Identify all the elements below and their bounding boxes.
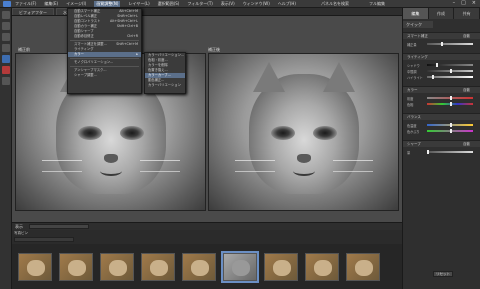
submenu-item[interactable]: カラーバリエーション [145,83,185,88]
status-bar: 表示 [12,222,402,230]
slider-label: 量 [407,150,411,155]
menubar: ファイル(F) 編集(E) イメージ(I) 画質調整(N) レイヤー(L) 選択… [0,0,480,8]
view-select[interactable] [29,224,89,229]
hand-tool-icon[interactable] [2,33,10,41]
slider[interactable] [427,42,473,46]
auto-button[interactable]: 自動 [463,87,470,93]
mode-label[interactable]: フル編集 [369,1,385,7]
slider[interactable] [427,123,473,127]
menu-edit[interactable]: 編集(E) [44,1,58,7]
photo-thumbnail[interactable] [59,252,93,281]
tab-create[interactable]: 作成 [428,8,455,19]
red-eye-tool-icon[interactable] [2,66,10,74]
menu-file[interactable]: ファイル(F) [15,1,36,7]
tab-share[interactable]: 共有 [454,8,480,19]
slider-label: シャドウ [407,63,420,68]
section-lighting: ライティング シャドウ 中間調 ハイライト [403,53,480,82]
photo-thumbnail[interactable] [18,252,52,281]
slider[interactable] [427,102,473,106]
menu-filter[interactable]: フィルター(T) [187,1,212,7]
section-title[interactable]: スマート補正 [407,34,428,38]
photo-thumbnail[interactable] [182,252,216,281]
tab-before-after[interactable]: ビフォアフター [12,8,54,15]
auto-button[interactable]: 自動 [463,141,470,147]
menu-divider [70,58,139,59]
tools-panel [0,8,12,289]
reset-button[interactable]: リセット [433,271,453,277]
menu-divider [70,40,139,41]
menu-help[interactable]: ヘルプ(H) [278,1,296,7]
minimize-icon[interactable]: – [453,0,456,6]
slider[interactable] [427,96,473,100]
photo-bin-label: 写真ビン [14,231,28,235]
slider[interactable] [427,150,473,154]
right-panel: 編集 作成 共有 クイック スマート補正 自動 補正量 ライティング シャドウ 中… [402,8,480,289]
app-logo-icon [3,1,11,7]
slider-label: 色温度 [407,123,417,128]
section-title[interactable]: シャープ [407,142,421,146]
menu-layer[interactable]: レイヤー(L) [128,1,149,7]
menu-item-color[interactable]: カラー ▸ [68,52,141,57]
zoom-tool-icon[interactable] [2,22,10,30]
menu-window[interactable]: ウィンドウ(W) [243,1,270,7]
section-color: カラー 自動 彩度 色相 [403,86,480,109]
slider-label: 彩度 [407,96,414,101]
move-tool-icon[interactable] [2,11,10,19]
enhance-menu: 自動スマート補正 Alt+Ctrl+M 自動レベル補正 Shift+Ctrl+L 自… [67,8,142,94]
photo-thumbnail[interactable] [100,252,134,281]
section-title[interactable]: バランス [407,115,421,119]
bin-source-select[interactable] [14,237,74,242]
photo-bin-header: 写真ビン [12,230,402,244]
slider[interactable] [427,69,473,73]
after-photo[interactable] [208,53,399,211]
menu-divider [70,66,139,67]
view-label: 表示 [15,223,23,229]
quick-select-icon[interactable] [2,55,10,63]
heal-tool-icon[interactable] [2,77,10,85]
cat-image [235,62,373,194]
color-submenu: カラーバリエーション... 色相・彩度... カラーを削除 色置き換え... カ… [144,52,186,94]
menu-view[interactable]: 表示(V) [221,1,235,7]
auto-button[interactable]: 自動 [463,33,470,39]
section-balance: バランス 色温度 色かぶり [403,113,480,136]
section-title[interactable]: ライティング [407,55,428,59]
menu-image[interactable]: イメージ(I) [66,1,86,7]
slider[interactable] [427,63,473,67]
section-smart-fix: スマート補正 自動 補正量 [403,32,480,49]
maximize-icon[interactable]: □ [461,0,466,6]
tab-edit[interactable]: 編集 [403,8,429,19]
section-title[interactable]: カラー [407,88,418,92]
slider-label: 補正量 [407,42,417,47]
menu-item[interactable]: シャープ調整... [68,73,141,78]
slider-label: ハイライト [407,75,423,80]
menu-select[interactable]: 選択範囲(S) [158,1,180,7]
slider-label: 中間調 [407,69,417,74]
slider[interactable] [427,75,473,79]
menu-item[interactable]: モノクロバリエーション... [68,60,141,65]
crop-tool-icon[interactable] [2,44,10,52]
tab-quick[interactable]: クイック [403,21,433,28]
photo-thumbnail[interactable] [141,252,175,281]
slider-label: 色相 [407,102,414,107]
slider-label: 色かぶり [407,129,420,134]
section-sharpen: シャープ 自動 量 [403,140,480,157]
close-icon[interactable]: × [472,0,476,6]
photo-bin [12,244,402,289]
photo-thumbnail[interactable] [346,252,380,281]
slider[interactable] [427,129,473,133]
menu-enhance[interactable]: 画質調整(N) [94,0,121,7]
panel-search[interactable]: パネル名を検索 [321,1,349,7]
menu-item[interactable]: 自動赤目修正 Ctrl+R [68,34,141,39]
photo-thumbnail[interactable] [264,252,298,281]
photo-thumbnail[interactable] [305,252,339,281]
photo-thumbnail-selected[interactable] [221,250,259,283]
